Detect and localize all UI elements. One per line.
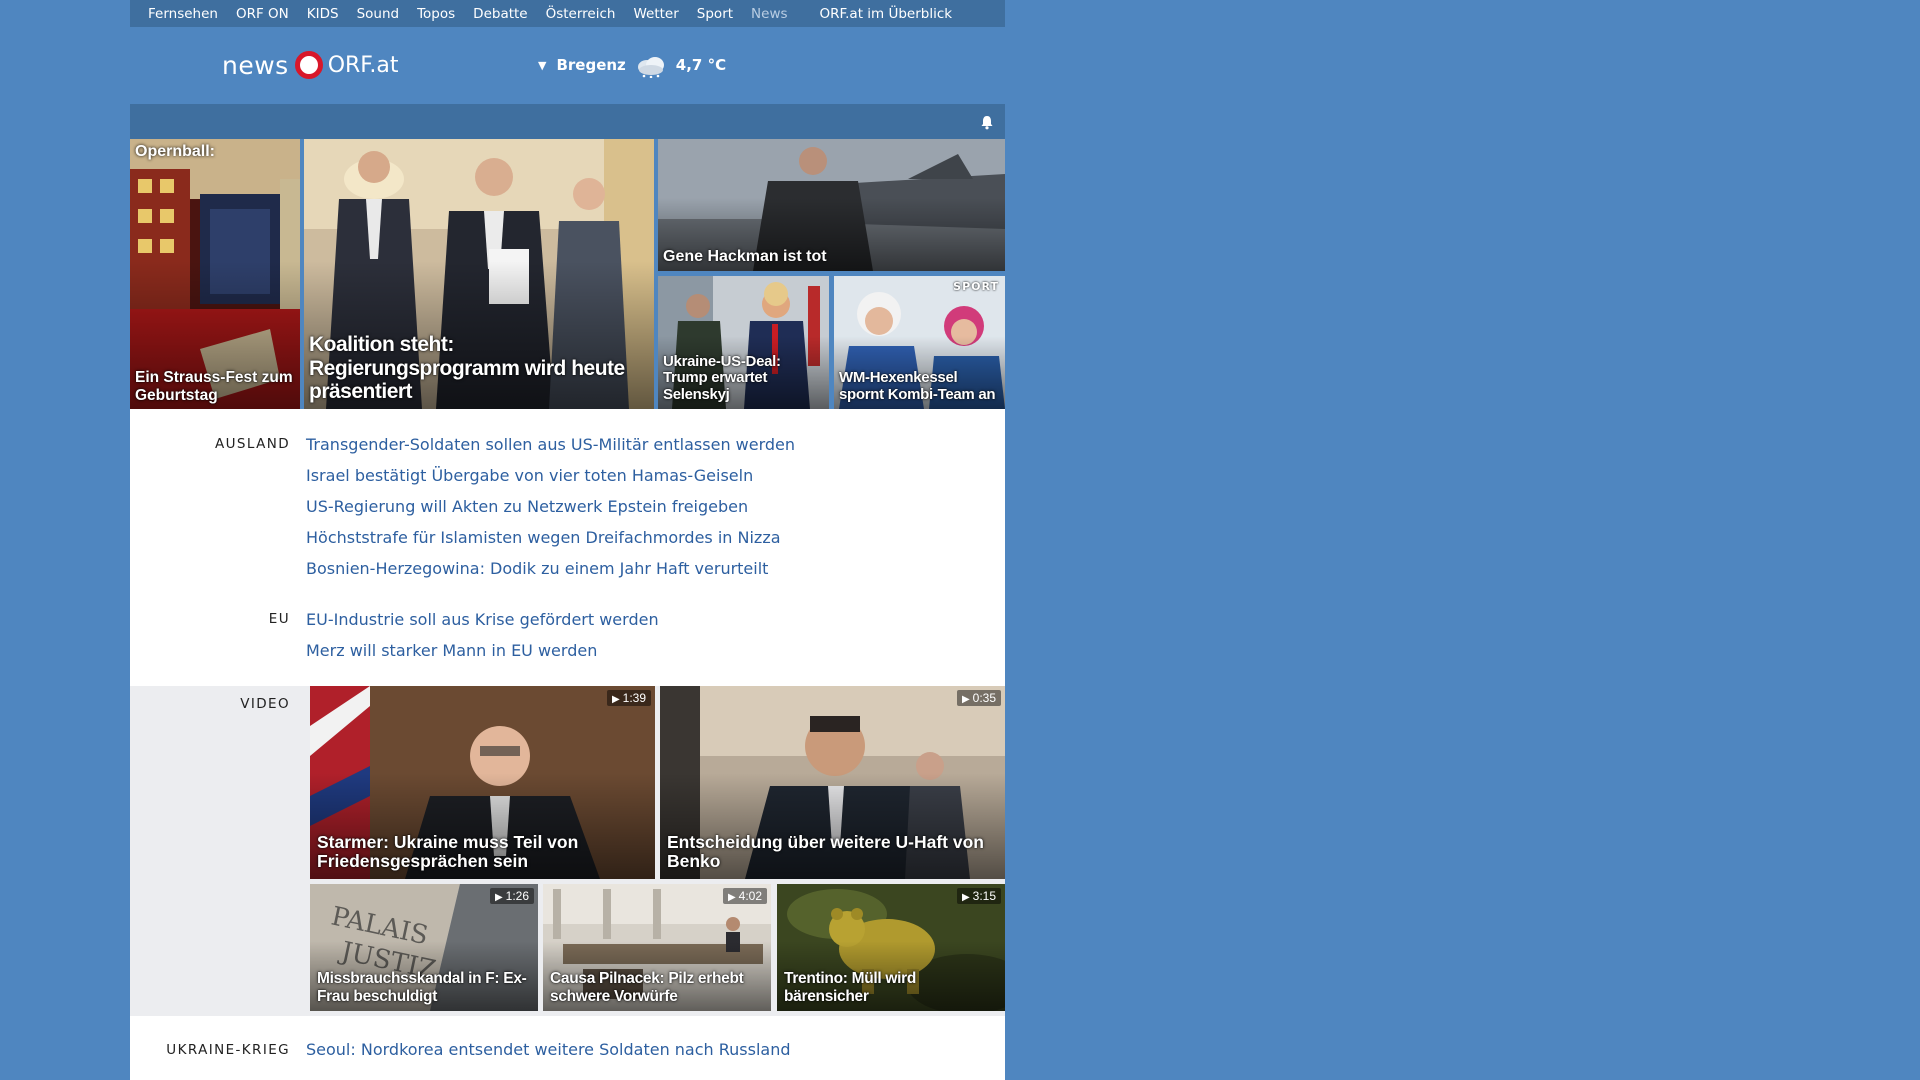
hero-sport[interactable]: SPORT WM-Hexenkessel spornt Kombi-Team a… (834, 276, 1005, 409)
site-header: news ORF.at ▼ Bregenz 4,7 °C (130, 27, 1005, 104)
weather-temperature: 4,7 °C (675, 56, 727, 74)
section-label-ukraine-krieg: UKRAINE-KRIEG (166, 1042, 290, 1058)
video-caption: Causa Pilnacek: Pilz erhebt schwere Vorw… (550, 970, 744, 1005)
video-duration: ▶ 0:35 (956, 690, 1001, 706)
play-icon: ▶ (494, 892, 503, 903)
nav-overview[interactable]: ORF.at im Überblick (820, 6, 953, 22)
video-tile-palais[interactable]: PALAIS JUSTIZ ▶1:26 Missbrauchsskandal i… (310, 884, 538, 1011)
bell-icon[interactable] (979, 114, 995, 130)
nav-kids[interactable]: KIDS (307, 6, 339, 22)
video-duration: ▶ 1:26 (489, 888, 534, 904)
weather-widget[interactable]: ▼ Bregenz 4,7 °C (538, 54, 727, 79)
video-duration: ▶ 4:02 (722, 888, 767, 904)
eu-links: EU-Industrie soll aus Krise gefördert we… (306, 604, 659, 666)
hero-ukraine-us[interactable]: Ukraine-US-Deal: Trump erwartet Selensky… (658, 276, 829, 409)
video-caption: Starmer: Ukraine muss Teil von Friedensg… (317, 831, 579, 872)
sport-tag: SPORT (953, 280, 999, 293)
play-icon: ▶ (727, 892, 736, 903)
cloudy-snow-icon (634, 54, 668, 79)
nav-oesterreich[interactable]: Österreich (546, 6, 616, 22)
nav-sound[interactable]: Sound (357, 6, 400, 22)
page-wrapper: Fernsehen ORF ON KIDS Sound Topos Debatt… (130, 0, 1005, 1080)
nav-orf-on[interactable]: ORF ON (236, 6, 289, 22)
play-icon: ▶ (611, 694, 620, 705)
ausland-link[interactable]: US-Regierung will Akten zu Netzwerk Epst… (306, 491, 795, 522)
hackman-caption: Gene Hackman ist tot (663, 248, 827, 266)
video-tile-starmer[interactable]: ▶ 1:39 Starmer: Ukraine muss Teil von Fri… (310, 686, 655, 879)
video-tile-pilnacek[interactable]: ▶ 4:02 Causa Pilnacek: Pilz erhebt schwer… (543, 884, 771, 1011)
ausland-link[interactable]: Transgender-Soldaten sollen aus US-Milit… (306, 429, 795, 460)
eu-link[interactable]: Merz will starker Mann in EU werden (306, 635, 659, 666)
orf-ring-icon (294, 51, 323, 79)
ukraine-links: Seoul: Nordkorea entsendet weitere Solda… (306, 1034, 791, 1065)
hero-hackman[interactable]: Gene Hackman ist tot (658, 139, 1005, 271)
content-panel: AUSLAND Transgender-Soldaten sollen aus … (130, 409, 1005, 1080)
logo-orf-text: ORF.at (327, 52, 399, 78)
ukraine-us-caption: Ukraine-US-Deal: Trump erwartet Selensky… (663, 352, 781, 404)
nav-wetter[interactable]: Wetter (633, 6, 678, 22)
video-tile-trentino[interactable]: ▶ 3:15 Trentino: Müll wird bärensicher (777, 884, 1005, 1011)
video-caption: Trentino: Müll wird bärensicher (784, 970, 917, 1005)
sport-caption: WM-Hexenkessel spornt Kombi-Team an (839, 369, 996, 404)
weather-city: Bregenz (556, 56, 626, 74)
play-icon: ▶ (961, 694, 970, 705)
video-section: VIDEO ▶ 1:39 Starmer: Ukraine muss Teil v… (130, 686, 1005, 1016)
duration-text: 3:15 (972, 889, 996, 903)
ausland-link[interactable]: Israel bestätigt Übergabe von vier toten… (306, 460, 795, 491)
ausland-link[interactable]: Bosnien-Herzegowina: Dodik zu einem Jahr… (306, 553, 795, 584)
ausland-link[interactable]: Höchststrafe für Islamisten wegen Dreifa… (306, 522, 795, 553)
video-caption: Missbrauchsskandal in F: Ex-Frau beschul… (317, 970, 527, 1005)
nav-news[interactable]: News (751, 6, 787, 22)
notification-bar (130, 104, 1005, 139)
video-tile-benko[interactable]: ▶ 0:35 Entscheidung über weitere U-Haft v… (660, 686, 1005, 879)
section-label-ausland: AUSLAND (214, 436, 290, 452)
hero-opernball[interactable]: Opernball: Ein Strauss-Fest zum Geburtst… (130, 139, 300, 409)
duration-text: 0:35 (972, 691, 996, 705)
opernball-caption: Ein Strauss-Fest zum Geburtstag (135, 369, 293, 404)
play-icon: ▶ (961, 892, 970, 903)
ausland-links: Transgender-Soldaten sollen aus US-Milit… (306, 429, 795, 584)
ukraine-link[interactable]: Seoul: Nordkorea entsendet weitere Solda… (306, 1034, 791, 1065)
chevron-down-icon: ▼ (538, 58, 547, 72)
section-label-eu: EU (268, 611, 290, 627)
eu-link[interactable]: EU-Industrie soll aus Krise gefördert we… (306, 604, 659, 635)
video-duration: ▶ 3:15 (956, 888, 1001, 904)
section-label-video: VIDEO (240, 696, 290, 712)
main-caption: Koalition steht: Regierungsprogramm wird… (309, 333, 625, 404)
top-navigation: Fernsehen ORF ON KIDS Sound Topos Debatt… (130, 0, 1005, 27)
video-duration: ▶ 1:39 (606, 690, 651, 706)
news-orf-logo[interactable]: news ORF.at (222, 47, 399, 83)
logo-news-text: news (222, 50, 289, 80)
duration-text: 1:39 (622, 691, 646, 705)
video-caption: Entscheidung über weitere U-Haft von Ben… (667, 831, 984, 872)
duration-text: 1:26 (505, 889, 529, 903)
hero-main[interactable]: Koalition steht: Regierungsprogramm wird… (304, 139, 654, 409)
duration-text: 4:02 (738, 889, 762, 903)
opernball-tag: Opernball: (135, 143, 216, 160)
nav-topos[interactable]: Topos (417, 6, 455, 22)
nav-debatte[interactable]: Debatte (473, 6, 527, 22)
nav-fernsehen[interactable]: Fernsehen (148, 6, 218, 22)
nav-sport[interactable]: Sport (697, 6, 733, 22)
